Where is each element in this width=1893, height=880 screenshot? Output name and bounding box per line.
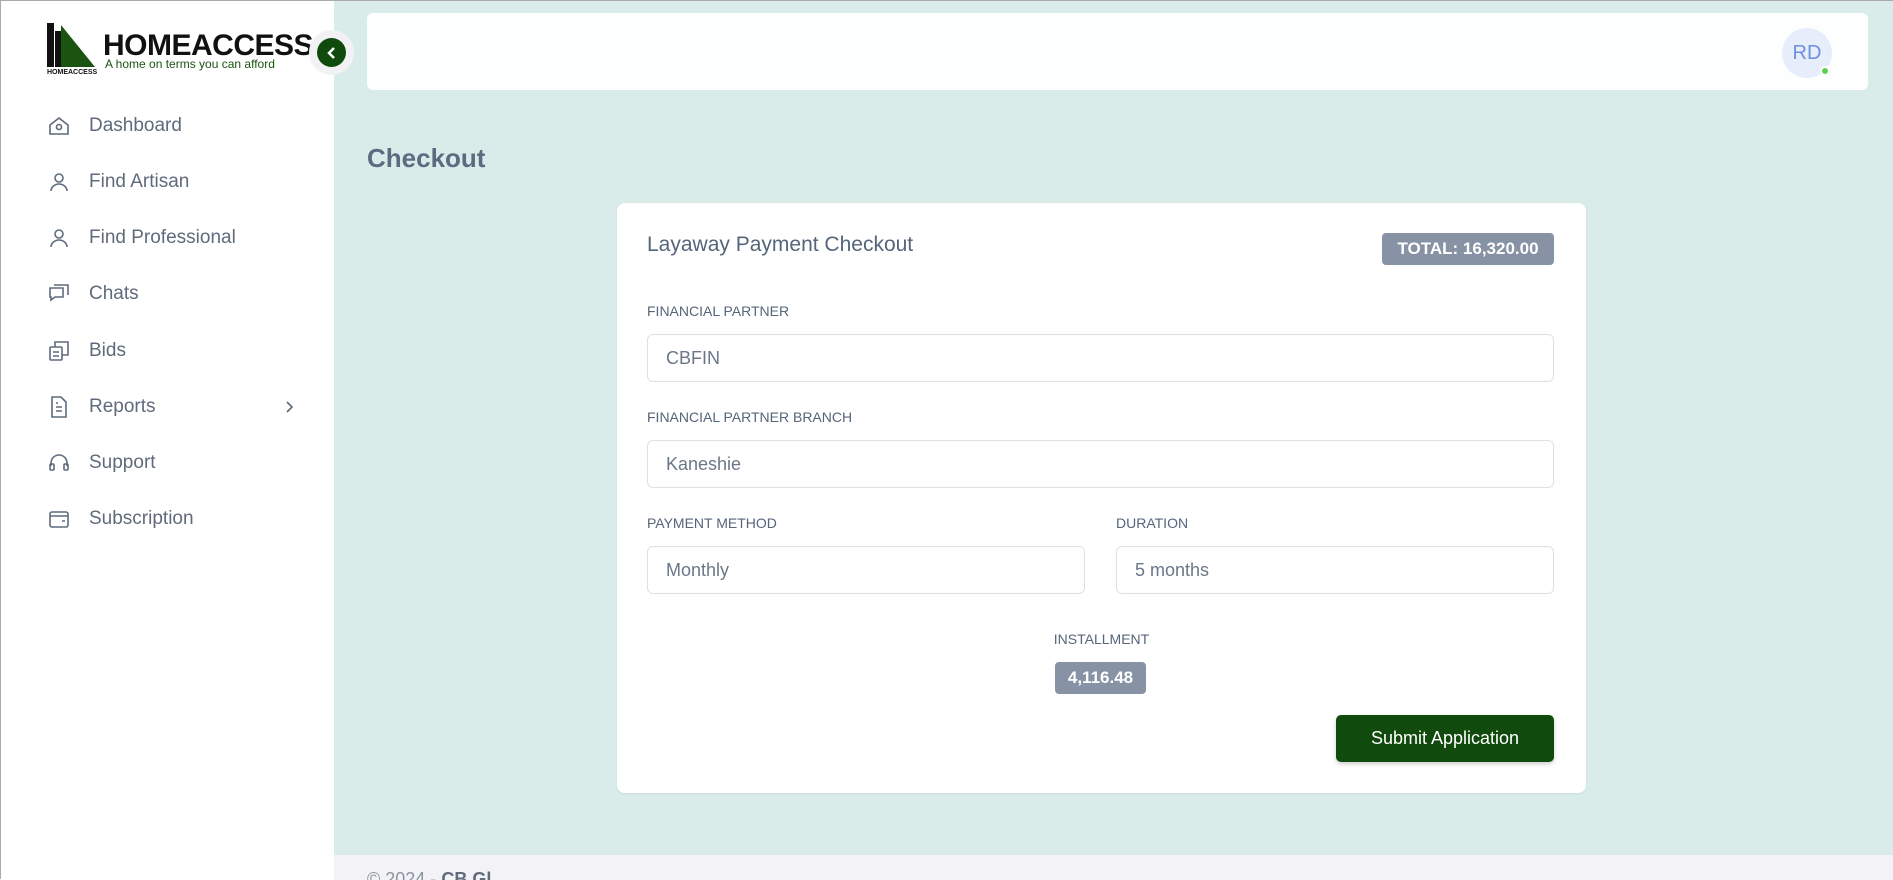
avatar-initials: RD xyxy=(1792,41,1822,64)
wallet-icon xyxy=(49,511,69,528)
checkout-card: Layaway Payment Checkout TOTAL: 16,320.0… xyxy=(617,203,1586,793)
online-status-icon xyxy=(1820,66,1830,76)
payment-method-field[interactable]: Monthly xyxy=(647,546,1085,594)
page-title: Checkout xyxy=(367,143,486,173)
sidebar: HOMEACCESS A home on terms you can affor… xyxy=(1,1,354,880)
logo: HOMEACCESS A home on terms you can affor… xyxy=(47,23,314,83)
sidebar-item-subscription[interactable]: Subscription xyxy=(47,501,297,537)
sidebar-item-dashboard[interactable]: Dashboard xyxy=(47,108,297,144)
home-icon xyxy=(49,116,69,135)
branch-label: FINANCIAL PARTNER BRANCH xyxy=(647,409,853,425)
chat-icon xyxy=(49,284,69,302)
sidebar-item-label: Chats xyxy=(89,283,139,304)
sidebar-item-label: Dashboard xyxy=(89,115,182,136)
sidebar-item-find-professional[interactable]: Find Professional xyxy=(47,220,297,256)
sidebar-item-label: Reports xyxy=(89,396,156,417)
sidebar-item-label: Support xyxy=(89,452,156,473)
sidebar-item-reports[interactable]: Reports xyxy=(47,389,297,425)
chevron-right-icon xyxy=(286,401,294,413)
card-title: Layaway Payment Checkout xyxy=(647,233,914,256)
total-badge: TOTAL: 16,320.00 xyxy=(1382,233,1554,265)
submit-application-button[interactable]: Submit Application xyxy=(1336,715,1554,762)
main-content: RD Checkout Layaway Payment Checkout TOT… xyxy=(334,1,1893,855)
duration-field[interactable]: 5 months xyxy=(1116,546,1554,594)
sidebar-item-label: Subscription xyxy=(89,508,194,529)
copy-icon xyxy=(49,341,69,361)
avatar[interactable]: RD xyxy=(1782,28,1832,78)
logo-mark-icon xyxy=(47,23,95,67)
payment-method-label: PAYMENT METHOD xyxy=(647,515,777,531)
sidebar-item-label: Find Professional xyxy=(89,227,236,248)
brand-tagline: A home on terms you can afford xyxy=(105,57,275,71)
sidebar-item-label: Bids xyxy=(89,340,126,361)
top-bar: RD xyxy=(367,13,1868,90)
branch-field[interactable]: Kaneshie xyxy=(647,440,1554,488)
user-icon xyxy=(50,229,68,248)
installment-label: INSTALLMENT xyxy=(1053,631,1150,647)
footer: © 2024 - CB Gl xyxy=(334,855,1893,880)
footer-company: CB Gl xyxy=(441,869,492,880)
financial-partner-field[interactable]: CBFIN xyxy=(647,334,1554,382)
sidebar-item-support[interactable]: Support xyxy=(47,445,297,481)
sidebar-item-bids[interactable]: Bids xyxy=(47,333,297,369)
installment-badge: 4,116.48 xyxy=(1055,662,1146,694)
brand-small: HOMEACCESS xyxy=(47,69,98,76)
sidebar-item-find-artisan[interactable]: Find Artisan xyxy=(47,164,297,200)
financial-partner-label: FINANCIAL PARTNER xyxy=(647,303,790,319)
document-icon xyxy=(51,396,67,418)
sidebar-item-chats[interactable]: Chats xyxy=(47,276,297,312)
headset-icon xyxy=(49,454,69,471)
footer-copyright: © 2024 - xyxy=(367,869,437,880)
user-icon xyxy=(50,173,68,192)
sidebar-item-label: Find Artisan xyxy=(89,171,190,192)
duration-label: DURATION xyxy=(1116,515,1189,531)
chevron-left-icon xyxy=(317,38,346,67)
collapse-sidebar-button[interactable] xyxy=(309,30,354,75)
